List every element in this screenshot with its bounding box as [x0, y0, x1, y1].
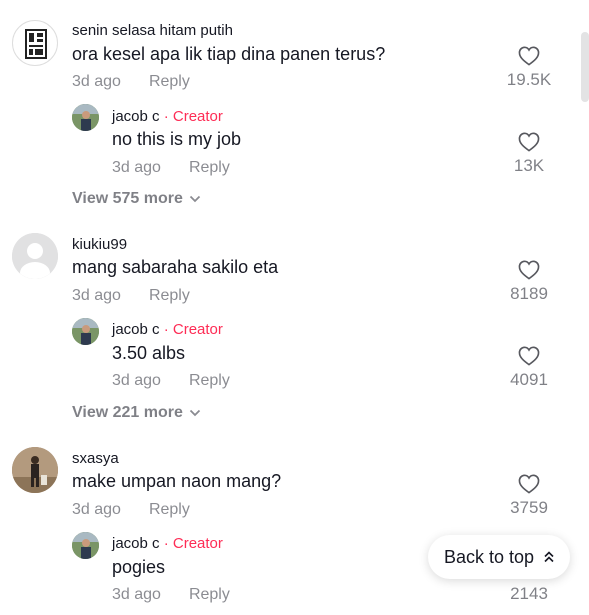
timestamp: 3d ago	[112, 372, 161, 389]
comment-text: mang sabaraha sakilo eta	[72, 257, 279, 277]
heart-outline-icon	[518, 474, 540, 494]
creator-badge: · Creator	[163, 108, 223, 125]
creator-badge: · Creator	[163, 535, 223, 552]
like-button[interactable]: 8189	[499, 260, 559, 304]
reply-text: pogies	[112, 557, 166, 577]
like-count: 2143	[510, 584, 548, 603]
avatar[interactable]	[12, 233, 58, 279]
reply-avatar[interactable]	[72, 532, 99, 559]
reply-meta: 3d ago Reply	[112, 372, 230, 390]
reply-avatar[interactable]	[72, 104, 99, 131]
reply-button[interactable]: Reply	[189, 159, 230, 176]
reply-button[interactable]: Reply	[149, 501, 190, 518]
avatar[interactable]	[12, 447, 58, 493]
reply-username[interactable]: jacob c · Creator	[112, 321, 223, 338]
timestamp: 3d ago	[72, 73, 121, 90]
username[interactable]: senin selasa hitam putih	[72, 22, 233, 39]
comment-meta: 3d ago Reply	[72, 501, 190, 519]
reply-button[interactable]: Reply	[149, 287, 190, 304]
comment-meta: 3d ago Reply	[72, 73, 190, 91]
comment-text: make umpan naon mang?	[72, 471, 282, 491]
like-button[interactable]: 19.5K	[499, 46, 559, 90]
heart-outline-icon	[518, 132, 540, 152]
timestamp: 3d ago	[112, 159, 161, 176]
creator-badge: · Creator	[163, 321, 223, 338]
like-count: 4091	[510, 370, 548, 389]
view-more-replies[interactable]: View 575 more	[72, 190, 201, 208]
back-to-top-button[interactable]: Back to top	[428, 535, 570, 579]
reply-text: no this is my job	[112, 129, 242, 149]
reply-button[interactable]: Reply	[189, 372, 230, 389]
reply-button[interactable]: Reply	[149, 73, 190, 90]
avatar[interactable]	[12, 20, 58, 66]
reply-meta: 3d ago Reply	[112, 159, 230, 177]
like-button[interactable]: 13K	[499, 132, 559, 176]
reply-meta: 3d ago Reply	[112, 586, 230, 604]
comment-meta: 3d ago Reply	[72, 287, 190, 305]
like-count: 3759	[510, 498, 548, 517]
reply-username[interactable]: jacob c · Creator	[112, 108, 223, 125]
heart-outline-icon	[518, 346, 540, 366]
heart-outline-icon	[518, 260, 540, 280]
back-to-top-label: Back to top	[443, 546, 535, 567]
reply-username[interactable]: jacob c · Creator	[112, 535, 223, 552]
comment-text: ora kesel apa lik tiap dina panen terus?	[72, 44, 386, 64]
chevron-down-icon	[189, 190, 201, 208]
reply-avatar[interactable]	[72, 318, 99, 345]
like-count: 19.5K	[506, 70, 552, 89]
timestamp: 3d ago	[72, 501, 121, 518]
view-more-replies[interactable]: View 221 more	[72, 404, 201, 422]
like-button[interactable]: 3759	[499, 474, 559, 518]
timestamp: 3d ago	[112, 586, 161, 603]
double-chevron-up-icon	[544, 547, 554, 568]
like-button[interactable]: 4091	[499, 346, 559, 390]
username[interactable]: kiukiu99	[72, 236, 127, 253]
reply-button[interactable]: Reply	[189, 586, 230, 603]
username[interactable]: sxasya	[72, 450, 119, 467]
chevron-down-icon	[189, 404, 201, 422]
like-count: 13K	[513, 156, 545, 175]
heart-outline-icon	[518, 46, 540, 66]
reply-text: 3.50 albs	[112, 343, 186, 363]
like-count: 8189	[510, 284, 548, 303]
scrollbar[interactable]	[581, 32, 589, 102]
timestamp: 3d ago	[72, 287, 121, 304]
